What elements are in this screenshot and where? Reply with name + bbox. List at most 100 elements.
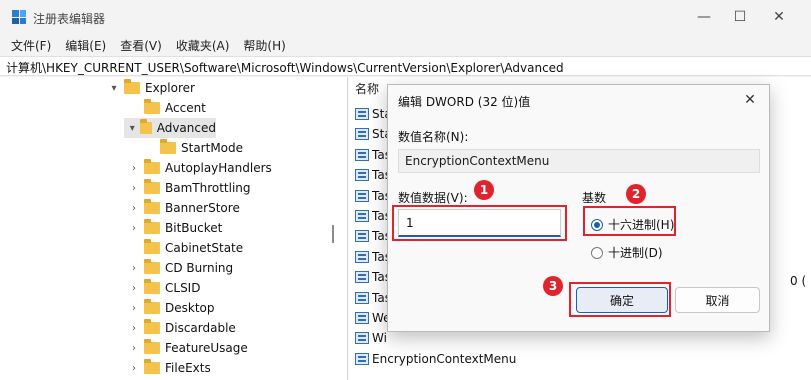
value-row[interactable]: Tas — [355, 165, 391, 185]
chevron-right-icon[interactable]: › — [128, 223, 140, 234]
folder-icon — [144, 299, 160, 314]
menu-file[interactable]: 文件(F) — [6, 34, 56, 56]
chevron-right-icon[interactable]: › — [128, 303, 140, 314]
radio-decimal-circle[interactable] — [591, 246, 603, 259]
value-row[interactable]: We — [355, 308, 391, 328]
folder-icon — [144, 259, 160, 274]
folder-icon — [144, 199, 160, 214]
partial-data-text: 0 ( — [790, 274, 807, 288]
value-name-field: EncryptionContextMenu — [398, 149, 760, 173]
chevron-down-icon[interactable]: ▾ — [128, 123, 136, 134]
address-bar[interactable]: 计算机\HKEY_CURRENT_USER\Software\Microsoft… — [0, 56, 811, 76]
value-row[interactable]: Tas — [355, 288, 391, 308]
folder-icon — [144, 179, 160, 194]
callout-box-hex-radio — [583, 206, 676, 236]
value-row[interactable]: Tas — [355, 247, 391, 267]
menu-bar: 文件(F) 编辑(E) 查看(V) 收藏夹(A) 帮助(H) — [0, 34, 811, 56]
value-row[interactable]: Tas — [355, 206, 391, 226]
callout-box-data-input — [392, 205, 567, 241]
registry-value-icon — [355, 210, 369, 222]
tree-item[interactable]: StartMode — [144, 138, 243, 158]
tree-item[interactable]: › CD Burning — [128, 258, 233, 278]
tree-item[interactable]: › Desktop — [128, 298, 215, 318]
title-bar: 注册表编辑器 — ☐ ✕ — [0, 0, 811, 34]
tree-item-label[interactable]: Discardable — [165, 321, 236, 335]
tree-item-label[interactable]: Explorer — [145, 81, 195, 95]
folder-icon — [140, 119, 152, 134]
tree-item[interactable]: › BitBucket — [128, 218, 222, 238]
folder-icon — [144, 339, 160, 354]
tree-item-label[interactable]: Advanced — [157, 121, 216, 135]
chevron-right-icon[interactable]: › — [128, 263, 140, 274]
tree-item[interactable]: ▾ Explorer — [108, 78, 195, 98]
folder-icon — [144, 239, 160, 254]
tree-item-label[interactable]: AutoplayHandlers — [165, 161, 272, 175]
folder-icon — [144, 159, 160, 174]
chevron-right-icon[interactable]: › — [128, 363, 140, 374]
callout-box-ok-button — [569, 282, 671, 317]
value-name[interactable]: Wi — [372, 331, 387, 345]
tree-item[interactable]: › BamThrottling — [128, 178, 251, 198]
tree-item-label[interactable]: CLSID — [165, 281, 200, 295]
tree-item-label[interactable]: FeatureUsage — [165, 341, 248, 355]
menu-edit[interactable]: 编辑(E) — [60, 34, 111, 56]
chevron-right-icon[interactable]: › — [128, 203, 140, 214]
radio-decimal[interactable]: 十进制(D) — [591, 244, 663, 261]
tree-item-label[interactable]: CabinetState — [165, 241, 243, 255]
tree-item-label[interactable]: Desktop — [165, 301, 215, 315]
value-row[interactable]: EncryptionContextMenu — [355, 349, 516, 369]
callout-marker-2: 2 — [626, 184, 646, 204]
tree-item-label[interactable]: CD Burning — [165, 261, 233, 275]
menu-view[interactable]: 查看(V) — [115, 34, 167, 56]
folder-icon — [144, 359, 160, 374]
registry-value-icon — [355, 332, 369, 345]
tree-item-label[interactable]: BannerStore — [165, 201, 240, 215]
tree-scrollbar[interactable] — [330, 77, 336, 380]
tree-item[interactable]: › FeatureUsage — [128, 338, 248, 358]
chevron-right-icon[interactable]: › — [128, 163, 140, 174]
scrollbar-thumb[interactable] — [332, 225, 334, 243]
registry-value-icon — [355, 271, 369, 284]
chevron-right-icon[interactable]: › — [128, 343, 140, 354]
tree-item[interactable]: › CLSID — [128, 278, 200, 298]
tree-item[interactable]: › BannerStore — [128, 198, 240, 218]
chevron-down-icon[interactable]: ▾ — [108, 83, 120, 94]
folder-icon — [144, 319, 160, 334]
regedit-app-icon — [12, 10, 26, 24]
folder-icon — [124, 79, 140, 94]
value-row[interactable]: Tas — [355, 186, 391, 206]
chevron-right-icon[interactable]: › — [128, 283, 140, 294]
registry-value-icon — [355, 148, 369, 161]
value-row[interactable]: Tas — [355, 226, 391, 246]
tree-item[interactable]: › Discardable — [128, 318, 236, 338]
chevron-right-icon[interactable]: › — [128, 183, 140, 194]
tree-item-label[interactable]: FileExts — [165, 361, 211, 375]
value-name[interactable]: EncryptionContextMenu — [372, 352, 516, 366]
tree-item[interactable]: › AutoplayHandlers — [128, 158, 272, 178]
registry-value-icon — [355, 230, 369, 243]
registry-value-icon — [355, 352, 369, 365]
close-window-button[interactable]: ✕ — [756, 0, 802, 34]
tree-item[interactable]: Accent — [128, 98, 206, 118]
value-row[interactable]: Wi — [355, 328, 387, 348]
registry-value-icon — [355, 189, 369, 202]
column-header-name[interactable]: 名称 — [355, 80, 379, 97]
radio-decimal-label[interactable]: 十进制(D) — [608, 244, 663, 261]
menu-help[interactable]: 帮助(H) — [238, 34, 290, 56]
tree-item-label[interactable]: BamThrottling — [165, 181, 251, 195]
cancel-button[interactable]: 取消 — [675, 287, 760, 313]
menu-favorites[interactable]: 收藏夹(A) — [171, 34, 235, 56]
tree-item-label[interactable]: BitBucket — [165, 221, 222, 235]
chevron-right-icon[interactable]: › — [128, 323, 140, 334]
dialog-title: 编辑 DWORD (32 位)值 — [398, 95, 531, 109]
dialog-close-icon[interactable]: ✕ — [739, 89, 761, 111]
tree-item[interactable]: CabinetState — [128, 238, 243, 258]
value-row[interactable]: Tas — [355, 145, 391, 165]
value-data-label: 数值数据(V): — [398, 191, 468, 205]
tree-item-label[interactable]: Accent — [165, 101, 206, 115]
tree-item[interactable]: › FileExts — [128, 358, 211, 378]
tree-item[interactable]: ▾ Advanced — [124, 118, 216, 138]
folder-icon — [144, 279, 160, 294]
tree-item-label[interactable]: StartMode — [181, 141, 243, 155]
value-row[interactable]: Tas — [355, 267, 391, 287]
